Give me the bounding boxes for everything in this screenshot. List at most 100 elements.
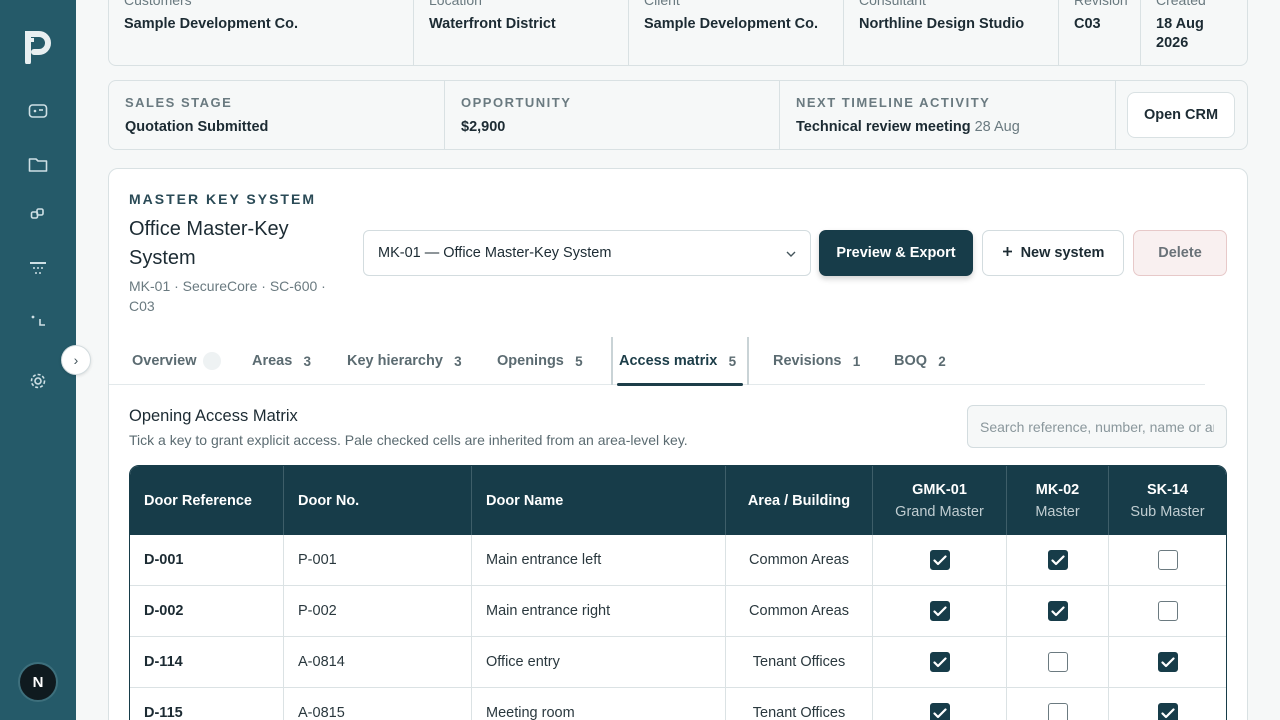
tab-label: BOQ (894, 353, 928, 369)
access-cell (873, 637, 1007, 688)
tab-count: 5 (728, 353, 737, 369)
avatar[interactable]: N (18, 662, 58, 702)
access-checkbox-checked[interactable] (929, 601, 950, 621)
next-activity-label: NEXT TIMELINE ACTIVITY (796, 95, 991, 110)
new-system-button[interactable]: New system (982, 230, 1124, 276)
info-value: Sample Development Co. (124, 16, 299, 32)
access-checkbox-unchecked[interactable] (1047, 652, 1068, 672)
door-number-cell: P-001 (284, 535, 472, 586)
tab-access-matrix[interactable]: Access matrix 5 (611, 337, 750, 386)
sales-opportunity: OPPORTUNITY $2,900 (445, 81, 780, 149)
info-value: C03 (1074, 16, 1101, 32)
sidebar-collapse-toggle[interactable]: › (61, 345, 91, 375)
delete-button[interactable]: Delete (1133, 230, 1227, 276)
area-cell: Common Areas (726, 535, 873, 586)
info-client: Client Sample Development Co. (629, 0, 844, 65)
next-activity: NEXT TIMELINE ACTIVITY Technical review … (780, 81, 1116, 149)
tab-label: Overview (132, 353, 197, 369)
access-checkbox-unchecked[interactable] (1157, 550, 1178, 570)
access-cell (1109, 688, 1226, 720)
dashboard-icon[interactable] (26, 99, 50, 123)
key-role: Grand Master (895, 503, 984, 520)
info-consultant: Consultant Northline Design Studio (844, 0, 1059, 65)
tab-count: 3 (454, 353, 462, 369)
key-code: GMK-01 (912, 481, 967, 498)
page-title: Office Master-Key System (129, 218, 289, 269)
system-select[interactable]: MK-01 — Office Master-Key System (363, 230, 811, 276)
door-name-cell: Main entrance left (472, 535, 726, 586)
column-header-key: MK-02 Master (1007, 466, 1109, 535)
brand-logo[interactable] (22, 28, 54, 65)
door-number-cell: P-002 (284, 586, 472, 637)
corner-icon[interactable] (26, 309, 50, 333)
sales-stage-label: SALES STAGE (125, 95, 233, 110)
access-cell (1007, 688, 1109, 720)
door-reference-cell: D-002 (130, 586, 284, 637)
door-number-cell: A-0815 (284, 688, 472, 720)
access-checkbox-checked[interactable] (1157, 652, 1178, 672)
tab-areas[interactable]: Areas 3 (252, 337, 316, 385)
tab-key-hierarchy[interactable]: Key hierarchy 3 (347, 337, 467, 385)
access-checkbox-checked[interactable] (1047, 601, 1068, 621)
key-code: SK-14 (1146, 481, 1189, 498)
project-info-card: Customers Sample Development Co. Locatio… (108, 0, 1248, 66)
tab-count: 1 (852, 353, 861, 369)
table-row: D-002 P-002 Main entrance right Common Area… (130, 586, 1226, 637)
tab-label: Key hierarchy (347, 353, 443, 369)
door-name-cell: Meeting room (472, 688, 726, 720)
access-checkbox-checked[interactable] (929, 703, 950, 720)
tab-label: Areas (252, 353, 293, 369)
matrix-description: Tick a key to grant explicit access. Pal… (129, 432, 688, 448)
tab-boq[interactable]: BOQ 2 (894, 337, 951, 385)
chevron-down-icon (786, 245, 796, 261)
access-checkbox-checked[interactable] (1157, 703, 1178, 720)
access-cell (1007, 535, 1109, 586)
system-subtitle: MK-01 · SecureCore · SC-600 · C03 (129, 278, 326, 314)
info-revision: Revision C03 (1059, 0, 1141, 65)
table-row: D-001 P-001 Main entrance left Common Areas (130, 535, 1226, 586)
keys-icon[interactable] (26, 202, 50, 226)
info-location: Location Waterfront District (414, 0, 629, 65)
table-header-row: Door Reference Door No. Door Name Area /… (130, 466, 1226, 535)
access-checkbox-checked[interactable] (929, 652, 950, 672)
open-crm-button[interactable]: Open CRM (1127, 92, 1235, 138)
tab-label: Access matrix (619, 353, 718, 369)
tab-revisions[interactable]: Revisions 1 (773, 337, 866, 385)
door-reference-cell: D-114 (130, 637, 284, 688)
door-name-cell: Office entry (472, 637, 726, 688)
search-input[interactable] (967, 405, 1227, 448)
info-value: 18 Aug 2026 (1156, 16, 1204, 51)
access-checkbox-checked[interactable] (1047, 550, 1068, 570)
table-row: D-115 A-0815 Meeting room Tenant Offices (130, 688, 1226, 720)
tab-openings[interactable]: Openings 5 (497, 337, 588, 385)
access-cell (873, 586, 1007, 637)
active-tab-indicator (617, 383, 744, 386)
key-role: Master (1035, 503, 1080, 520)
tab-overview[interactable]: Overview (132, 337, 221, 385)
column-header-key: GMK-01 Grand Master (873, 466, 1007, 535)
info-label: Created (1156, 0, 1206, 8)
access-checkbox-checked[interactable] (929, 550, 950, 570)
info-created: Created 18 Aug 2026 (1141, 0, 1247, 65)
area-cell: Common Areas (726, 586, 873, 637)
info-label: Consultant (859, 0, 926, 8)
column-header-key: SK-14 Sub Master (1109, 466, 1226, 535)
column-header-ref: Door Reference (130, 466, 284, 535)
gear-icon[interactable] (26, 369, 50, 393)
door-number-cell: A-0814 (284, 637, 472, 688)
access-checkbox-unchecked[interactable] (1157, 601, 1178, 621)
door-icon[interactable] (26, 257, 50, 281)
key-role: Sub Master (1130, 503, 1205, 520)
access-cell (1109, 637, 1226, 688)
info-value: Sample Development Co. (644, 16, 819, 32)
opportunity-value: $2,900 (461, 119, 506, 135)
system-select-value: MK-01 — Office Master-Key System (378, 245, 612, 261)
plus-icon (1002, 245, 1013, 261)
door-name-cell: Main entrance right (472, 586, 726, 637)
access-cell (1109, 535, 1226, 586)
access-checkbox-unchecked[interactable] (1047, 703, 1068, 720)
tab-label: Revisions (773, 353, 842, 369)
preview-export-button[interactable]: Preview & Export (819, 230, 973, 276)
folder-icon[interactable] (26, 152, 50, 176)
access-cell (873, 535, 1007, 586)
